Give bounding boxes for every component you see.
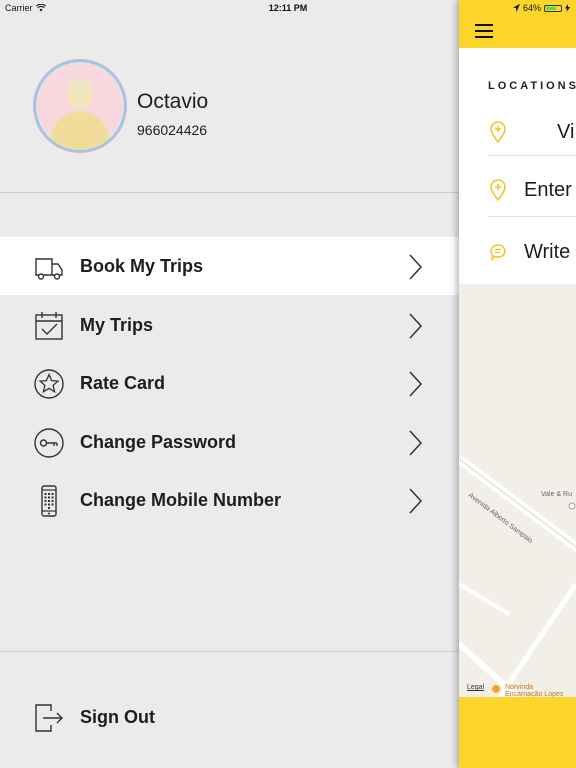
avatar[interactable]: [36, 62, 124, 150]
profile-phone: 966024426: [137, 122, 208, 138]
charging-icon: [565, 4, 570, 12]
menu-item-change-password[interactable]: Change Password: [0, 413, 460, 471]
map-poi-label: Norvinda: [505, 684, 534, 691]
note-text: Write: [524, 241, 571, 263]
avatar-body-shape: [50, 112, 110, 150]
location-pin-icon: [490, 179, 506, 201]
truck-icon: [35, 258, 63, 280]
pickup-location-field[interactable]: Vi: [489, 117, 576, 157]
menu-item-my-trips[interactable]: My Trips: [0, 296, 460, 354]
drop-location-field[interactable]: Enter: [489, 175, 576, 215]
map-place-label: Vale & Ru: [541, 491, 572, 498]
locations-title: LOCATIONS: [488, 80, 576, 92]
battery-percent: 64%: [522, 3, 541, 13]
calendar-check-icon: [35, 312, 63, 340]
hamburger-menu-icon[interactable]: [475, 24, 493, 38]
chevron-right-icon: [409, 313, 423, 339]
chevron-right-icon: [409, 430, 423, 456]
chat-bubble-icon: [490, 244, 506, 261]
menu-label-change-password: Change Password: [80, 432, 237, 452]
location-divider: [487, 155, 576, 156]
sign-out-icon: [35, 704, 63, 732]
menu-item-book-my-trips[interactable]: Book My Trips: [0, 237, 460, 295]
battery-icon: [544, 4, 562, 12]
profile-divider: [0, 192, 460, 193]
drop-location-text: Enter: [524, 179, 572, 201]
location-pin-icon: [490, 121, 506, 143]
star-icon: [34, 369, 64, 399]
side-drawer: Octavio 966024426 Book My Trips My Trips: [0, 0, 460, 768]
menu-label-my-trips: My Trips: [80, 315, 154, 335]
menu-label-change-mobile-number: Change Mobile Number: [80, 490, 282, 510]
avatar-head-shape: [67, 78, 93, 110]
menu-item-rate-card[interactable]: Rate Card: [0, 354, 460, 412]
menu-label-rate-card: Rate Card: [80, 373, 166, 393]
main-panel[interactable]: LOCATIONS Vi Enter Write Avenida Alberto…: [459, 0, 576, 768]
sign-out-label: Sign Out: [80, 707, 155, 727]
chevron-right-icon: [409, 371, 423, 397]
location-arrow-icon: [512, 4, 520, 12]
mobile-phone-icon: [41, 485, 57, 517]
map-legal-link[interactable]: Legal: [467, 684, 484, 691]
map-view[interactable]: Avenida Alberto Sampaio Vale & Ru Norvin…: [459, 284, 576, 698]
sign-out-button[interactable]: Sign Out: [0, 688, 460, 746]
panel-footer-bar[interactable]: [459, 697, 576, 768]
key-icon: [34, 428, 64, 458]
status-bar: Carrier 12:11 PM 64%: [0, 0, 576, 16]
location-divider: [487, 216, 576, 217]
pickup-location-text: Vi: [557, 121, 575, 143]
chevron-right-icon: [409, 488, 423, 514]
signout-divider: [0, 651, 460, 652]
status-right: 64%: [512, 3, 570, 13]
menu-item-change-mobile-number[interactable]: Change Mobile Number: [0, 471, 460, 529]
status-time: 12:11 PM: [268, 3, 308, 13]
menu-label-book-my-trips: Book My Trips: [80, 256, 204, 276]
note-field[interactable]: Write: [489, 237, 576, 277]
chevron-right-icon: [409, 254, 423, 280]
profile-name: Octavio: [137, 90, 209, 113]
